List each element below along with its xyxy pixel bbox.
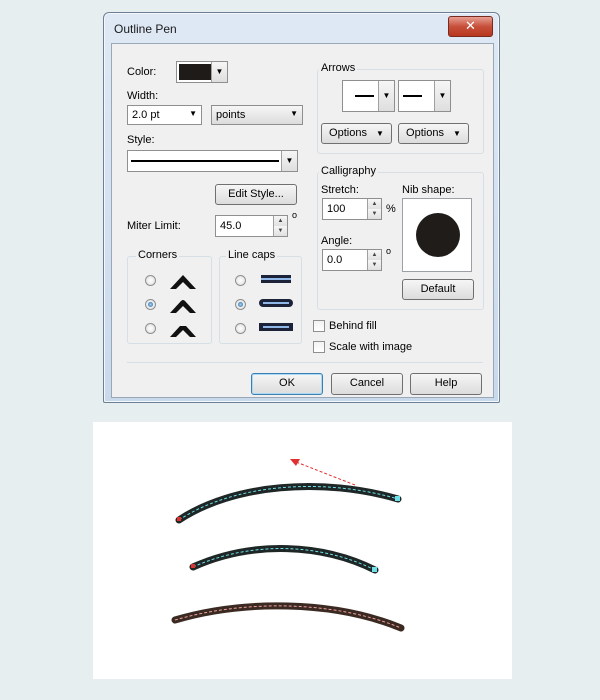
color-label: Color: [127, 66, 157, 78]
nib-circle [416, 213, 460, 257]
corner-radio-round[interactable] [145, 299, 156, 310]
start-arrow-preview [355, 95, 374, 97]
line-cap-square-icon [259, 323, 293, 331]
line-cap-round-icon [259, 299, 293, 307]
scale-with-image-label: Scale with image [329, 341, 413, 353]
corner-miter-icon [170, 275, 196, 289]
chevron-down-icon: ▼ [281, 151, 297, 171]
angle-value: 0.0 [327, 254, 343, 266]
corner-radio-miter[interactable] [145, 275, 156, 286]
stroke-middle[interactable] [189, 545, 379, 574]
brush-strokes [171, 459, 405, 632]
stretch-value: 100 [327, 203, 346, 215]
close-icon: ✕ [465, 18, 476, 33]
corner-bevel-icon [170, 326, 196, 337]
line-style-preview [131, 160, 279, 162]
default-button[interactable]: Default [402, 279, 474, 300]
drawing-canvas[interactable] [93, 422, 512, 679]
spin-down-icon[interactable]: ▼ [367, 209, 381, 219]
line-cap-radio-square[interactable] [235, 323, 246, 334]
chevron-down-icon: ▼ [211, 62, 227, 82]
arrows-label: Arrows [319, 62, 358, 74]
stroke-bottom[interactable] [171, 602, 405, 632]
chevron-down-icon: ▼ [453, 129, 461, 138]
width-label: Width: [127, 90, 159, 102]
outline-pen-dialog: Outline Pen ✕ Color: ▼ Width: 2.0 pt ▼ p… [103, 12, 500, 403]
scale-with-image-checkbox[interactable] [313, 341, 325, 353]
line-cap-shapes [259, 275, 293, 331]
options-button-start-label: Options [329, 127, 367, 139]
stretch-input[interactable]: 100 ▲ ▼ [322, 198, 382, 220]
corner-radio-bevel[interactable] [145, 323, 156, 334]
start-arrow-combo[interactable]: ▼ [342, 80, 395, 112]
close-button[interactable]: ✕ [448, 16, 493, 37]
behind-fill-label: Behind fill [329, 320, 377, 332]
line-cap-butt-icon [261, 275, 291, 283]
chevron-down-icon: ▼ [376, 129, 384, 138]
corners-label: Corners [136, 249, 180, 261]
corner-shapes [170, 275, 196, 337]
edit-style-button[interactable]: Edit Style... [215, 184, 297, 205]
chevron-down-icon: ▼ [189, 109, 197, 118]
node-start[interactable] [191, 564, 195, 568]
width-combo[interactable]: 2.0 pt ▼ [127, 105, 202, 125]
help-button[interactable]: Help [410, 373, 482, 395]
line-caps-group: Line caps [219, 249, 302, 344]
separator [127, 362, 483, 363]
options-button-end[interactable]: Options ▼ [398, 123, 469, 144]
chevron-down-icon: ▼ [290, 109, 298, 118]
stroke-top[interactable] [175, 459, 402, 524]
dialog-client: Color: ▼ Width: 2.0 pt ▼ points ▼ Style:… [111, 43, 494, 398]
end-arrow-preview [403, 95, 422, 97]
angle-input[interactable]: 0.0 ▲ ▼ [322, 249, 382, 271]
angle-label: Angle: [321, 235, 353, 247]
line-cap-radio-butt[interactable] [235, 275, 246, 286]
calligraphy-label: Calligraphy [319, 165, 379, 177]
cancel-button[interactable]: Cancel [331, 373, 403, 395]
nib-shape-preview[interactable] [402, 198, 472, 272]
options-button-start[interactable]: Options ▼ [321, 123, 392, 144]
dialog-title: Outline Pen [114, 22, 177, 36]
color-swatch [179, 64, 211, 80]
node-end[interactable] [372, 567, 377, 572]
line-cap-radio-round[interactable] [235, 299, 246, 310]
style-label: Style: [127, 134, 155, 146]
node-start[interactable] [177, 517, 181, 521]
node-end[interactable] [395, 496, 400, 501]
chevron-down-icon: ▼ [378, 81, 394, 111]
direction-arrow [290, 459, 356, 486]
miter-limit-label: Miter Limit: [127, 220, 181, 232]
corner-round-icon [170, 300, 196, 313]
degree-symbol: o [292, 210, 298, 220]
line-caps-label: Line caps [226, 249, 278, 261]
color-picker[interactable]: ▼ [176, 61, 228, 83]
miter-limit-input[interactable]: 45.0 ▲ ▼ [215, 215, 288, 237]
stretch-label: Stretch: [321, 184, 359, 196]
miter-limit-value: 45.0 [220, 220, 242, 232]
width-units-value: points [216, 109, 246, 121]
nib-shape-label: Nib shape: [402, 184, 455, 196]
behind-fill-checkbox[interactable] [313, 320, 325, 332]
end-arrow-combo[interactable]: ▼ [398, 80, 451, 112]
corners-group: Corners [127, 249, 212, 344]
options-button-end-label: Options [406, 127, 444, 139]
ok-button[interactable]: OK [251, 373, 323, 395]
width-value: 2.0 pt [132, 109, 160, 121]
chevron-down-icon: ▼ [434, 81, 450, 111]
arrows-group: Arrows ▼ ▼ Options ▼ Options ▼ [317, 62, 484, 154]
percent-symbol: % [386, 203, 396, 215]
spin-down-icon[interactable]: ▼ [367, 260, 381, 270]
width-units-combo[interactable]: points ▼ [211, 105, 303, 125]
line-style-combo[interactable]: ▼ [127, 150, 298, 172]
spin-down-icon[interactable]: ▼ [273, 226, 287, 236]
degree-symbol: o [386, 246, 392, 256]
title-bar[interactable]: Outline Pen ✕ [104, 13, 499, 43]
calligraphy-group: Calligraphy Stretch: 100 ▲ ▼ % Angle: 0.… [317, 165, 484, 310]
